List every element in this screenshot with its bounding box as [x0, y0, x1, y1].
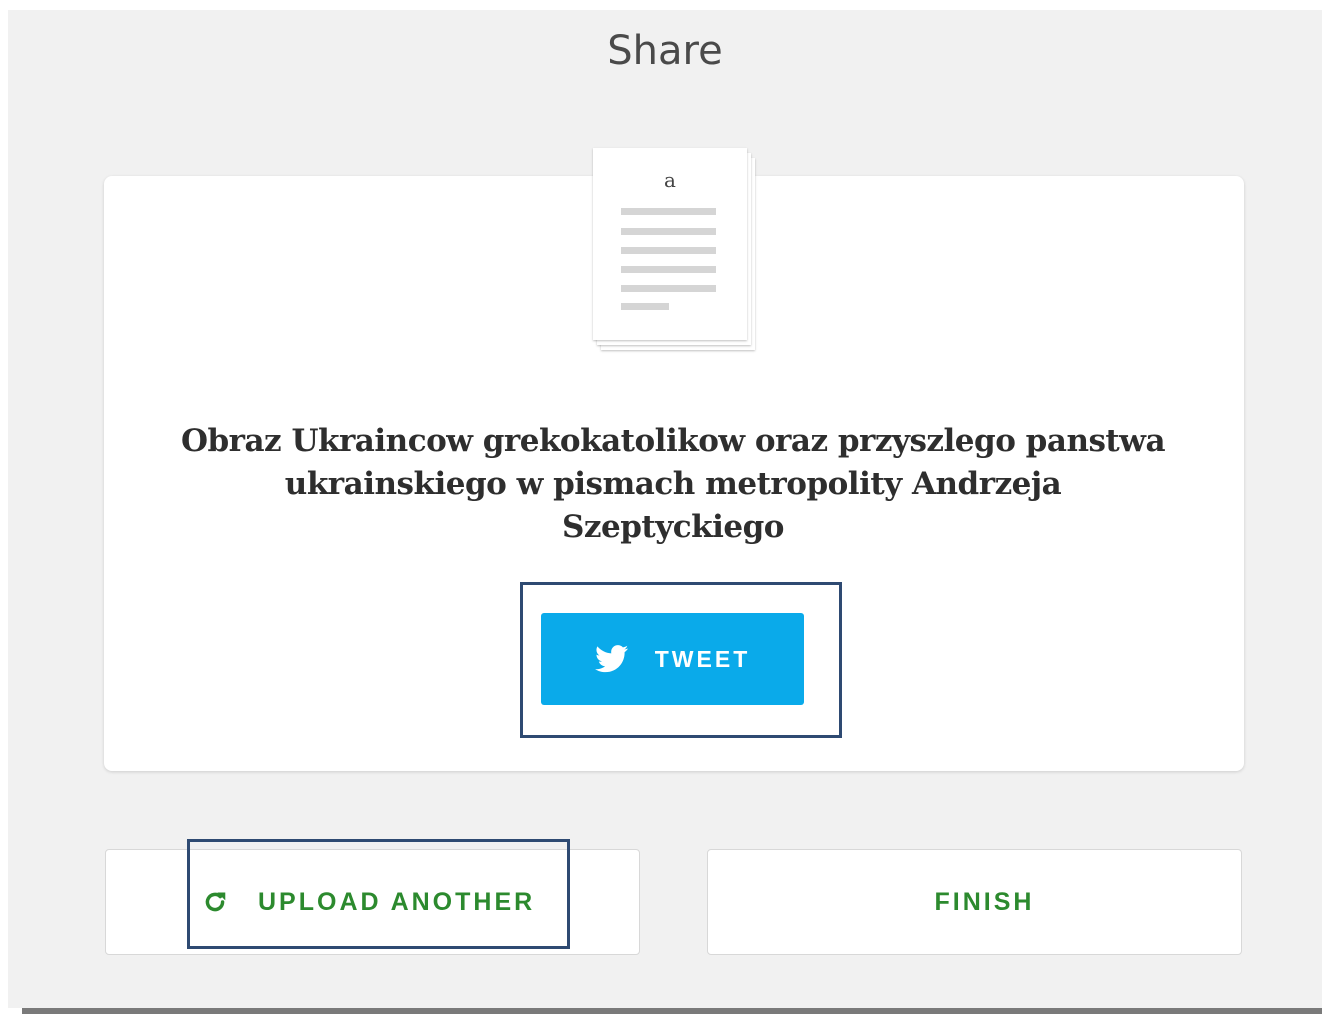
twitter-bird-icon [594, 645, 628, 673]
thumbnail-text-line [621, 266, 716, 273]
refresh-icon [205, 892, 226, 912]
thumbnail-text-line [621, 228, 716, 235]
document-title: Obraz Ukraincow grekokatolikow oraz przy… [180, 423, 1166, 545]
page-title: Share [607, 28, 723, 74]
thumbnail-text-line [621, 208, 716, 215]
tweet-label: TWEET [654, 645, 751, 672]
finish-label: FINISH [934, 887, 1035, 916]
bottom-divider [22, 1008, 1322, 1014]
finish-button[interactable]: FINISH [707, 849, 1242, 955]
upload-another-button[interactable]: UPLOAD ANOTHER [105, 849, 640, 955]
thumbnail-text-line [621, 303, 669, 310]
thumbnail-letter: a [664, 168, 676, 192]
thumbnail-text-line [621, 285, 716, 292]
thumbnail-text-line [621, 247, 716, 254]
tweet-button[interactable]: TWEET [541, 613, 804, 705]
document-thumbnail: a [593, 148, 757, 356]
thumbnail-sheet-front: a [593, 148, 747, 340]
upload-another-label: UPLOAD ANOTHER [258, 887, 536, 916]
